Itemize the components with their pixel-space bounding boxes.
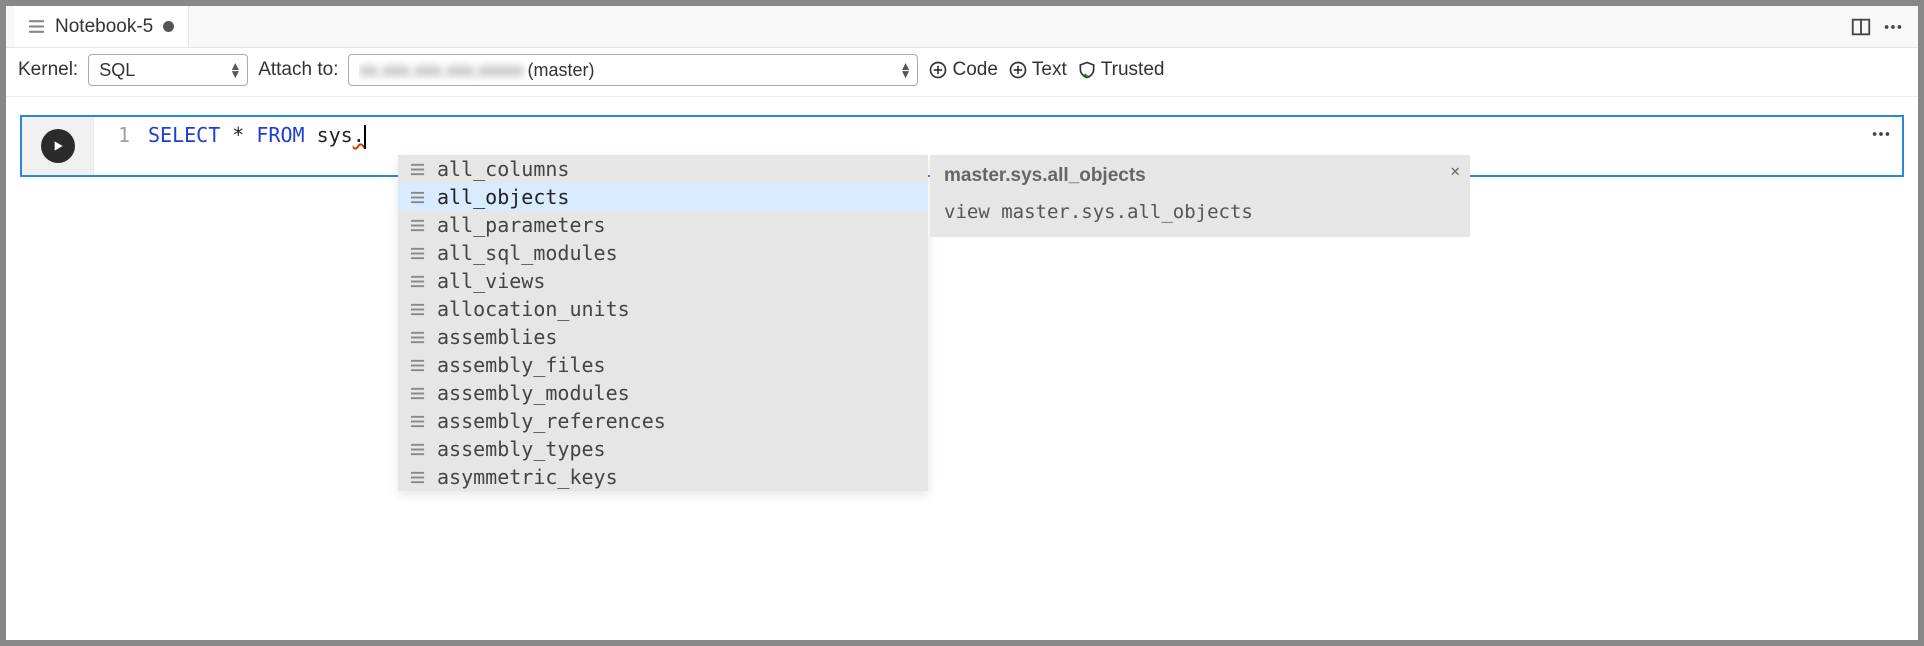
list-icon	[410, 246, 425, 261]
autocomplete-item[interactable]: all_views	[398, 267, 928, 295]
tab-dirty-indicator	[163, 21, 174, 32]
autocomplete-item-label: all_parameters	[437, 213, 606, 237]
autocomplete-item-label: all_sql_modules	[437, 241, 618, 265]
autocomplete-item-label: all_views	[437, 269, 545, 293]
cell-gutter	[22, 117, 94, 175]
autocomplete-item-label: allocation_units	[437, 297, 630, 321]
add-text-button[interactable]: Text	[1008, 59, 1067, 81]
autocomplete-item[interactable]: all_columns	[398, 155, 928, 183]
autocomplete-item-label: all_columns	[437, 157, 569, 181]
autocomplete-item[interactable]: all_parameters	[398, 211, 928, 239]
tab-bar: Notebook-5	[6, 6, 1918, 48]
autocomplete-item[interactable]: all_objects	[398, 183, 928, 211]
tab-bar-actions	[1850, 16, 1910, 38]
list-icon	[410, 442, 425, 457]
autocomplete-item[interactable]: assembly_modules	[398, 379, 928, 407]
notebook-content: 1 SELECT * FROM sys. all_columnsall_obje…	[6, 97, 1918, 640]
autocomplete-item[interactable]: asymmetric_keys	[398, 463, 928, 491]
tab-title: Notebook-5	[55, 16, 153, 38]
doc-popup: ✕ master.sys.all_objects view master.sys…	[930, 155, 1470, 237]
notebook-icon	[28, 18, 45, 35]
add-code-button[interactable]: Code	[928, 59, 997, 81]
autocomplete-item-label: all_objects	[437, 185, 569, 209]
notebook-toolbar: Kernel: SQL ▲▼ Attach to: xx.xxx.xxx.xxx…	[6, 48, 1918, 97]
list-icon	[410, 162, 425, 177]
autocomplete-item-label: assembly_types	[437, 437, 606, 461]
attach-value: xx.xxx.xxx.xxx,xxxxx(master)	[359, 60, 594, 81]
notebook-window: Notebook-5 Kernel: SQL ▲▼ Attach to: xx.…	[6, 6, 1918, 640]
tab-notebook[interactable]: Notebook-5	[14, 6, 189, 47]
cell-more-icon[interactable]	[1870, 123, 1892, 150]
select-caret-icon: ▲▼	[229, 62, 241, 78]
autocomplete-item[interactable]: all_sql_modules	[398, 239, 928, 267]
autocomplete-item[interactable]: assemblies	[398, 323, 928, 351]
trusted-button[interactable]: Trusted	[1077, 59, 1165, 81]
list-icon	[410, 358, 425, 373]
doc-body: view master.sys.all_objects	[944, 201, 1456, 223]
autocomplete-item-label: assembly_references	[437, 409, 666, 433]
doc-title: master.sys.all_objects	[944, 165, 1456, 187]
line-number: 1	[94, 123, 148, 169]
autocomplete-item-label: assembly_files	[437, 353, 606, 377]
more-actions-icon[interactable]	[1882, 16, 1904, 38]
autocomplete-item[interactable]: assembly_types	[398, 435, 928, 463]
list-icon	[410, 302, 425, 317]
list-icon	[410, 218, 425, 233]
autocomplete-item[interactable]: assembly_references	[398, 407, 928, 435]
split-editor-icon[interactable]	[1850, 16, 1872, 38]
autocomplete-item-label: assembly_modules	[437, 381, 630, 405]
text-cursor	[364, 125, 366, 149]
attach-select[interactable]: xx.xxx.xxx.xxx,xxxxx(master) ▲▼	[348, 54, 918, 86]
attach-label: Attach to:	[258, 59, 338, 81]
select-caret-icon: ▲▼	[900, 62, 912, 78]
run-cell-button[interactable]	[41, 129, 75, 163]
list-icon	[410, 386, 425, 401]
autocomplete-list[interactable]: all_columns all_objects all_parameters all_…	[398, 155, 928, 491]
list-icon	[410, 414, 425, 429]
list-icon	[410, 470, 425, 485]
close-icon[interactable]: ✕	[1450, 161, 1460, 180]
list-icon	[410, 190, 425, 205]
kernel-select[interactable]: SQL ▲▼	[88, 54, 248, 86]
autocomplete-item-label: assemblies	[437, 325, 557, 349]
autocomplete-item[interactable]: assembly_files	[398, 351, 928, 379]
list-icon	[410, 274, 425, 289]
autocomplete-item-label: asymmetric_keys	[437, 465, 618, 489]
kernel-value: SQL	[99, 60, 135, 81]
autocomplete-item[interactable]: allocation_units	[398, 295, 928, 323]
list-icon	[410, 330, 425, 345]
kernel-label: Kernel:	[18, 59, 78, 81]
